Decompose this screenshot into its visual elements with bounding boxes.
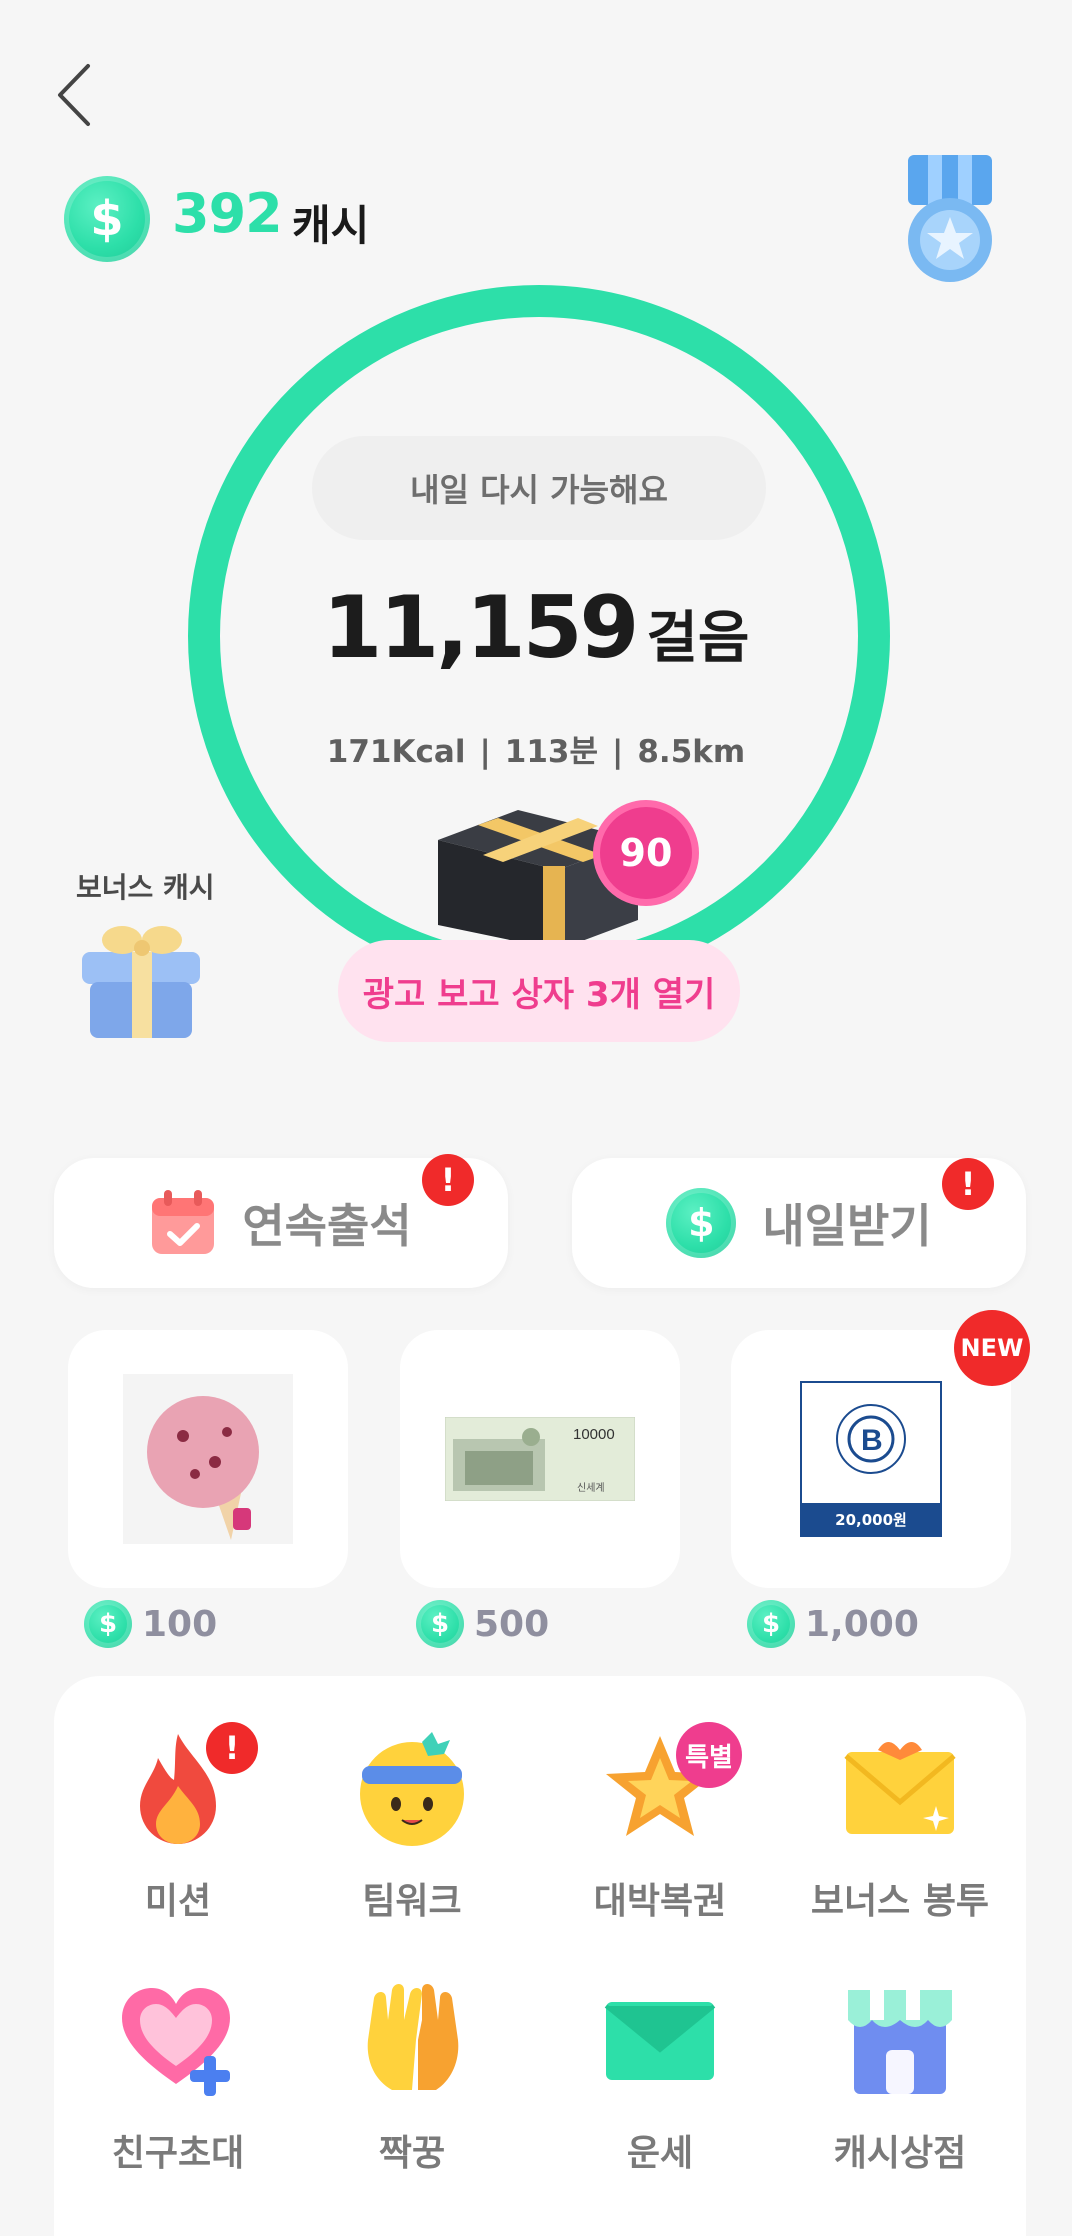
menu-item-fortune[interactable]: 운세 — [540, 1980, 780, 2176]
menu-item-bonus-envelope[interactable]: 보너스 봉투 — [780, 1728, 1020, 1924]
menu-item-invite-friend[interactable]: 친구초대 — [58, 1980, 298, 2176]
menu-item-partner[interactable]: 짝꿍 — [292, 1980, 532, 2176]
paris-baguette-card-icon: B 20,000원 — [800, 1381, 942, 1537]
mail-icon — [604, 2002, 716, 2080]
menu-label: 친구초대 — [111, 2133, 245, 2174]
menu-label: 대박복권 — [593, 1881, 727, 1922]
new-badge: NEW — [954, 1310, 1030, 1386]
box-count-badge: 90 — [593, 800, 699, 906]
coin-icon: $ — [416, 1600, 464, 1648]
mission-alert-badge: ! — [206, 1722, 258, 1774]
price-value: 500 — [474, 1603, 550, 1645]
watch-ad-open-boxes-button[interactable]: 광고 보고 상자 3개 열기 — [338, 940, 740, 1042]
steps-count: 11,159 — [322, 578, 640, 678]
activity-stats: 171Kcal | 113분 | 8.5km — [0, 726, 1072, 771]
voucher-value: 20,000원 — [835, 1511, 907, 1529]
cash-amount: 392 — [172, 182, 283, 245]
menu-item-lottery[interactable]: 대박복권 — [540, 1728, 780, 1924]
menu-label: 운세 — [626, 2133, 694, 2174]
menu-label: 보너스 봉투 — [810, 1881, 990, 1922]
distance-value: 8.5km — [637, 734, 746, 770]
steps-display: 11,159 걸음 — [0, 578, 1072, 678]
attendance-label: 연속출석 — [242, 1199, 412, 1253]
coin-icon: $ — [84, 1600, 132, 1648]
price-value: 100 — [142, 1603, 218, 1645]
smiley-headband-icon — [360, 1732, 464, 1846]
svg-text:B: B — [861, 1424, 883, 1457]
medal-icon[interactable] — [900, 155, 1000, 285]
ice-cream-icon — [123, 1374, 293, 1544]
chevron-left-icon — [58, 64, 90, 126]
price-icecream: $ 100 — [84, 1600, 217, 1648]
price-voucher: $ 500 — [416, 1600, 549, 1648]
bonus-cash-label: 보너스 캐시 — [76, 871, 215, 904]
calendar-check-icon — [152, 1190, 215, 1254]
coin-icon: $ — [747, 1600, 795, 1648]
menu-item-mission[interactable]: 미션 — [58, 1728, 298, 1924]
gift-voucher-icon: 10000 신세계 — [445, 1417, 635, 1501]
kcal-value: 171Kcal — [326, 734, 466, 770]
separator: | — [479, 734, 491, 770]
back-button[interactable] — [50, 60, 100, 130]
clapping-hands-icon — [367, 1984, 459, 2090]
store-icon — [848, 1990, 952, 2094]
minutes-value: 113분 — [504, 734, 599, 770]
status-pill: 내일 다시 가능해요 — [312, 436, 766, 540]
menu-item-cash-store[interactable]: 캐시상점 — [780, 1980, 1020, 2176]
product-tile-voucher[interactable]: 10000 신세계 — [400, 1330, 680, 1588]
product-tile-icecream[interactable] — [68, 1330, 348, 1588]
separator: | — [612, 734, 624, 770]
tomorrow-label: 내일받기 — [762, 1199, 932, 1253]
coin-icon: $ — [666, 1188, 737, 1258]
menu-item-teamwork[interactable]: 팀워크 — [292, 1728, 532, 1924]
special-badge: 특별 — [676, 1722, 742, 1788]
cash-unit: 캐시 — [292, 201, 370, 250]
price-paris-baguette: $ 1,000 — [747, 1600, 919, 1648]
menu-label: 짝꿍 — [378, 2133, 446, 2174]
heart-plus-icon — [122, 1988, 230, 2096]
steps-unit: 걸음 — [646, 606, 750, 671]
voucher-amount: 10000 — [573, 1426, 615, 1443]
menu-label: 캐시상점 — [833, 2133, 967, 2174]
price-value: 1,000 — [805, 1603, 919, 1645]
tomorrow-alert-badge: ! — [942, 1158, 994, 1210]
gift-icon[interactable] — [76, 912, 206, 1042]
envelope-gift-icon — [844, 1742, 956, 1834]
cash-coin-icon: $ — [64, 176, 150, 262]
menu-label: 팀워크 — [362, 1881, 462, 1922]
voucher-brand: 신세계 — [577, 1482, 605, 1494]
attendance-alert-badge: ! — [422, 1154, 474, 1206]
menu-label: 미션 — [144, 1881, 212, 1922]
